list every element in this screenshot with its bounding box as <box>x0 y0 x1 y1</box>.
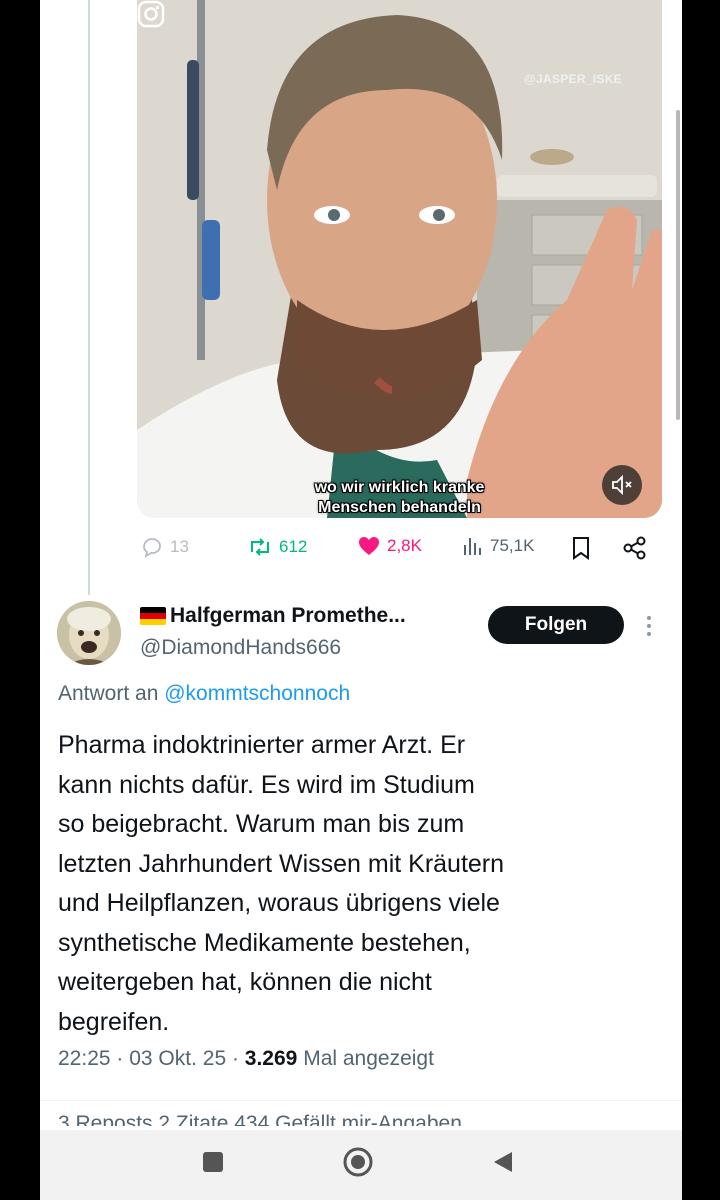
tweet-views-label: Mal angezeigt <box>303 1047 434 1070</box>
video-player[interactable]: @JASPER_ISKE wo wir wirklich kranke Mens… <box>137 0 662 518</box>
author-handle[interactable]: @DiamondHands666 <box>140 636 341 660</box>
avatar[interactable] <box>57 601 121 665</box>
video-subtitle-line2: Menschen behandeln <box>318 499 481 516</box>
video-watermark: @JASPER_ISKE <box>523 72 622 86</box>
tweet-stats-row: 3 Reposts 2 Zitate 434 Gefällt mir-Angab… <box>58 1112 462 1126</box>
thread-line <box>88 0 90 595</box>
mute-button[interactable] <box>602 465 642 505</box>
reply-button[interactable]: 13 <box>140 535 189 559</box>
meta-separator: · <box>116 1047 130 1070</box>
author-name-row[interactable]: Halfgerman Promethe... <box>140 604 406 628</box>
view-count: 75,1K <box>490 536 535 555</box>
bar-chart-icon <box>464 538 481 555</box>
tweet-date[interactable]: 03 Okt. 25 <box>129 1047 226 1070</box>
phone-screen: @JASPER_ISKE wo wir wirklich kranke Mens… <box>40 0 682 1200</box>
back-triangle-icon[interactable] <box>492 1150 514 1174</box>
avatar-image <box>57 601 121 665</box>
tweet-text: Pharma indoktrinierter armer Arzt. Er ka… <box>58 731 505 1036</box>
reply-prefix: Antwort an <box>58 682 165 705</box>
tweet-meta: 22:25 · 03 Okt. 25 · 3.269 Mal angezeigt <box>58 1047 434 1071</box>
views-button[interactable]: 75,1K <box>462 535 534 557</box>
repost-icon <box>251 538 269 556</box>
home-circle-icon[interactable] <box>342 1146 374 1178</box>
tweet-views-count: 3.269 <box>244 1047 298 1070</box>
tweet-time[interactable]: 22:25 <box>58 1047 111 1070</box>
instagram-icon <box>137 0 165 28</box>
reply-icon <box>143 538 161 558</box>
meta-separator: · <box>231 1047 245 1070</box>
reply-count: 13 <box>170 537 189 556</box>
like-button[interactable]: 2,8K <box>357 535 422 557</box>
video-subtitle-line1: wo wir wirklich kranke <box>314 479 485 496</box>
system-nav-bar <box>40 1130 682 1200</box>
share-icon <box>623 536 646 560</box>
bookmark-button[interactable] <box>570 535 592 561</box>
more-options-icon[interactable] <box>645 614 653 638</box>
recents-square-icon[interactable] <box>203 1152 223 1172</box>
author-display-name: Halfgerman Promethe... <box>170 604 406 627</box>
follow-button[interactable]: Folgen <box>488 606 624 644</box>
bookmark-icon <box>573 537 589 560</box>
repost-button[interactable]: 612 <box>247 535 307 559</box>
germany-flag-icon <box>140 607 166 625</box>
volume-mute-icon <box>612 474 632 496</box>
tweet-actions: 13 612 2,8K 75,1K <box>137 535 662 567</box>
divider <box>40 1100 682 1101</box>
scrollbar[interactable] <box>676 110 680 420</box>
share-button[interactable] <box>622 535 648 561</box>
like-count: 2,8K <box>387 536 422 555</box>
reply-mention-link[interactable]: @kommtschonnoch <box>164 682 350 705</box>
reply-context: Antwort an @kommtschonnoch <box>58 682 350 706</box>
heart-icon <box>359 537 379 555</box>
repost-count: 612 <box>279 537 308 556</box>
